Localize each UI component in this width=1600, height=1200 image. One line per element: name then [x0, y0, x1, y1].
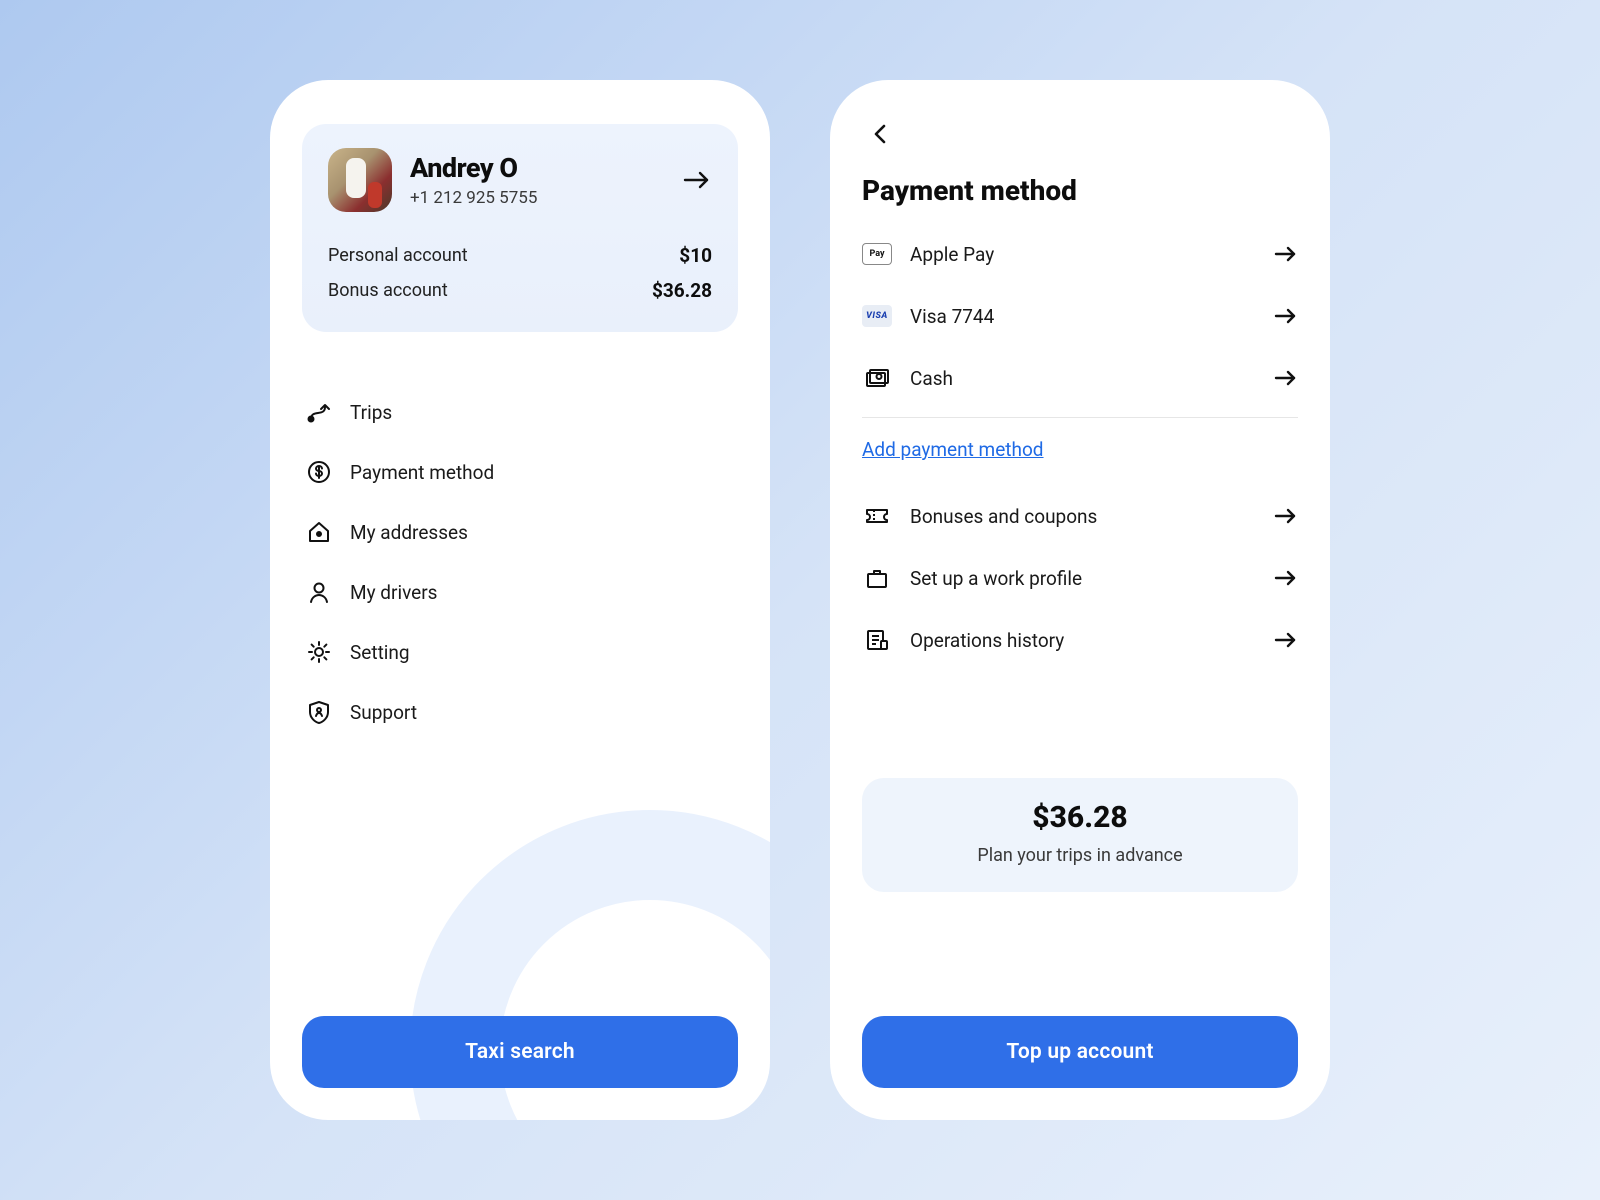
cash-icon — [862, 367, 892, 389]
menu-label: Payment method — [350, 461, 494, 484]
button-label: Top up account — [1006, 1040, 1153, 1064]
chevron-left-icon — [872, 122, 888, 146]
extra-history[interactable]: Operations history — [862, 609, 1298, 671]
add-payment-method-link[interactable]: Add payment method — [862, 434, 1298, 485]
menu-item-support[interactable]: Support — [306, 684, 738, 740]
phone-payment: Payment method Pay Apple Pay VISA Visa 7… — [830, 80, 1330, 1120]
visa-icon: VISA — [862, 305, 892, 327]
dollar-icon — [306, 459, 332, 485]
arrow-right-icon[interactable] — [682, 170, 712, 190]
briefcase-icon — [862, 567, 892, 589]
avatar — [328, 148, 392, 212]
button-label: Taxi search — [465, 1040, 575, 1064]
apple-pay-icon: Pay — [862, 243, 892, 265]
payment-extras-list: Bonuses and coupons Set up a work profil… — [862, 485, 1298, 671]
arrow-right-icon — [1274, 307, 1298, 325]
back-button[interactable] — [862, 116, 898, 152]
bonus-account-value: $36.28 — [652, 279, 712, 302]
balance-amount: $36.28 — [882, 800, 1278, 835]
extra-bonuses[interactable]: Bonuses and coupons — [862, 485, 1298, 547]
divider — [862, 417, 1298, 418]
extra-label: Set up a work profile — [910, 567, 1082, 590]
menu-label: Support — [350, 701, 417, 724]
gear-icon — [306, 639, 332, 665]
menu-item-addresses[interactable]: My addresses — [306, 504, 738, 560]
profile-text: Andrey O +1 212 925 5755 — [410, 152, 537, 208]
extra-work-profile[interactable]: Set up a work profile — [862, 547, 1298, 609]
history-icon — [862, 629, 892, 651]
arrow-right-icon — [1274, 245, 1298, 263]
top-up-button[interactable]: Top up account — [862, 1016, 1298, 1088]
arrow-right-icon — [1274, 507, 1298, 525]
menu-item-setting[interactable]: Setting — [306, 624, 738, 680]
bonus-account-label: Bonus account — [328, 280, 448, 301]
menu-item-trips[interactable]: Trips — [306, 384, 738, 440]
shield-icon — [306, 699, 332, 725]
arrow-right-icon — [1274, 369, 1298, 387]
payment-method-cash[interactable]: Cash — [862, 347, 1298, 409]
menu-label: Trips — [350, 401, 392, 424]
profile-phone: +1 212 925 5755 — [410, 188, 537, 208]
bonus-account-row: Bonus account $36.28 — [328, 273, 712, 308]
payment-label: Visa 7744 — [910, 305, 994, 328]
balance-card: $36.28 Plan your trips in advance — [862, 778, 1298, 892]
menu-label: My drivers — [350, 581, 437, 604]
balance-subtitle: Plan your trips in advance — [882, 845, 1278, 866]
menu-label: Setting — [350, 641, 410, 664]
phone-profile: Andrey O +1 212 925 5755 Personal accoun… — [270, 80, 770, 1120]
personal-account-value: $10 — [679, 244, 712, 267]
arrow-right-icon — [1274, 569, 1298, 587]
page-title: Payment method — [862, 174, 1298, 207]
menu-item-drivers[interactable]: My drivers — [306, 564, 738, 620]
payment-methods-list: Pay Apple Pay VISA Visa 7744 Cash — [862, 223, 1298, 409]
payment-label: Apple Pay — [910, 243, 994, 266]
menu-item-payment[interactable]: Payment method — [306, 444, 738, 500]
personal-account-label: Personal account — [328, 245, 468, 266]
profile-header: Andrey O +1 212 925 5755 — [328, 148, 712, 212]
extra-label: Operations history — [910, 629, 1064, 652]
payment-label: Cash — [910, 367, 953, 390]
balances: Personal account $10 Bonus account $36.2… — [328, 238, 712, 308]
ticket-icon — [862, 505, 892, 527]
arrow-right-icon — [1274, 631, 1298, 649]
extra-label: Bonuses and coupons — [910, 505, 1097, 528]
payment-method-visa[interactable]: VISA Visa 7744 — [862, 285, 1298, 347]
person-icon — [306, 579, 332, 605]
menu-label: My addresses — [350, 521, 468, 544]
personal-account-row: Personal account $10 — [328, 238, 712, 273]
payment-method-apple-pay[interactable]: Pay Apple Pay — [862, 223, 1298, 285]
taxi-search-button[interactable]: Taxi search — [302, 1016, 738, 1088]
profile-name: Andrey O — [410, 152, 537, 184]
menu: Trips Payment method My addresses My dri… — [302, 384, 738, 740]
route-icon — [306, 399, 332, 425]
home-icon — [306, 519, 332, 545]
profile-card[interactable]: Andrey O +1 212 925 5755 Personal accoun… — [302, 124, 738, 332]
